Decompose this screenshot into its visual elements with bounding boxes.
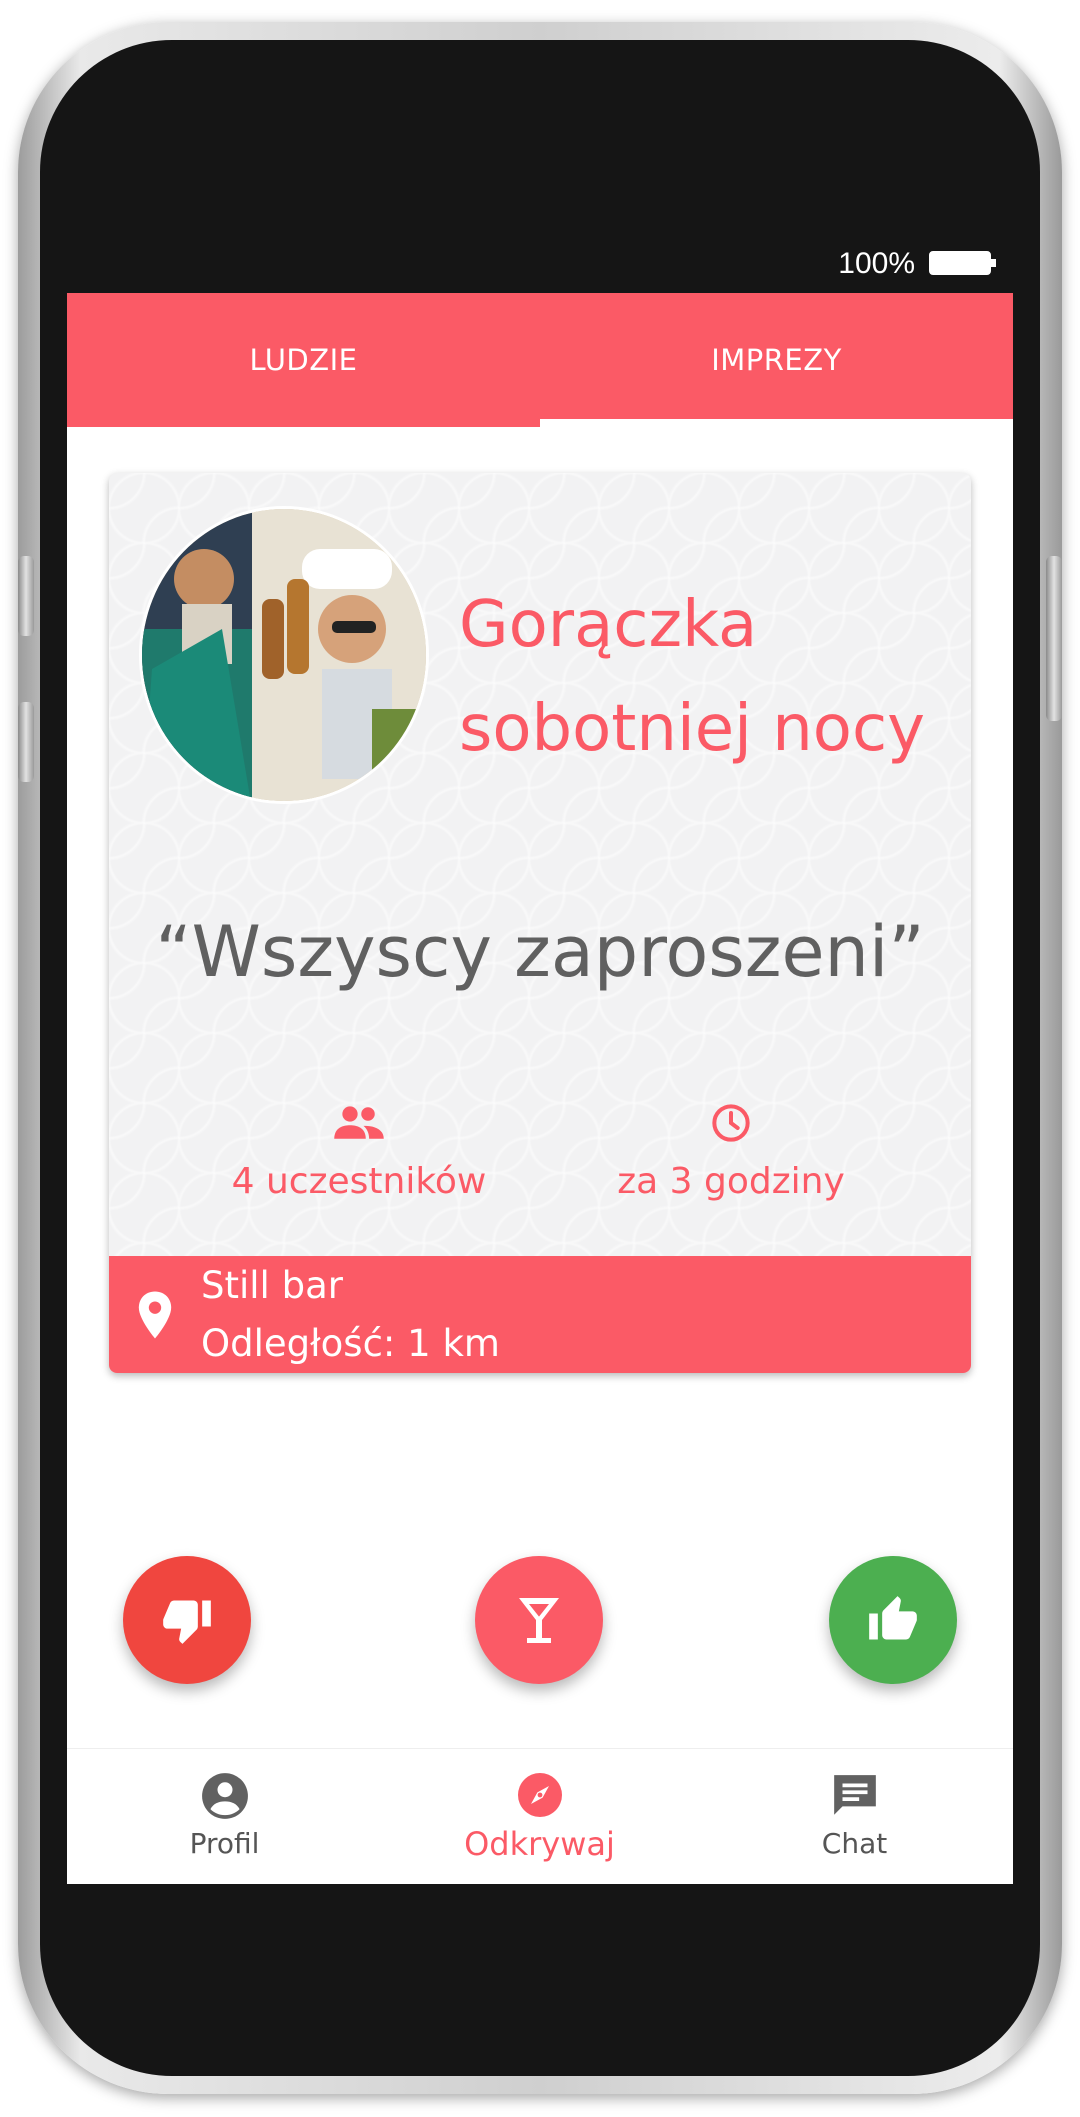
- drink-button[interactable]: [475, 1556, 603, 1684]
- event-title-line-2: sobotniej nocy: [459, 692, 925, 766]
- status-bar: 100%: [67, 233, 1013, 293]
- event-title-line-1: Gorączka: [459, 588, 758, 662]
- event-photo-image: [142, 509, 426, 801]
- thumb-down-icon: [163, 1600, 211, 1644]
- location-pin-icon: [138, 1291, 172, 1339]
- event-photo: [139, 506, 429, 804]
- tab-imprezy[interactable]: IMPREZY: [540, 293, 1013, 427]
- nav-label-profil: Profil: [189, 1827, 260, 1860]
- bottom-navigation: Profil Odkrywaj Chat: [67, 1748, 1013, 1884]
- event-description: “Wszyscy zaproszeni”: [155, 911, 925, 993]
- venue-distance: Odległość: 1 km: [201, 1322, 500, 1365]
- venue-name: Still bar: [201, 1264, 343, 1307]
- time-stat: za 3 godziny: [571, 1103, 891, 1202]
- compass-icon: [517, 1773, 562, 1817]
- clock-icon: [712, 1104, 750, 1142]
- group-icon: [334, 1106, 384, 1139]
- participants-count: 4 uczestników: [231, 1161, 487, 1202]
- nav-item-chat[interactable]: Chat: [697, 1749, 1012, 1884]
- volume-down-button: [18, 702, 34, 782]
- tab-ludzie[interactable]: LUDZIE: [67, 293, 540, 427]
- top-tab-bar: LUDZIE IMPREZY: [67, 293, 1013, 427]
- power-button: [1046, 556, 1062, 721]
- volume-up-button: [18, 556, 34, 636]
- account-circle-icon: [201, 1773, 248, 1819]
- cocktail-glass-icon: [519, 1598, 559, 1643]
- event-title: Gorączka sobotniej nocy: [459, 573, 959, 781]
- battery-icon: [929, 251, 996, 275]
- time-until-event: za 3 godziny: [617, 1161, 845, 1202]
- dislike-button[interactable]: [123, 1556, 251, 1684]
- like-button[interactable]: [829, 1556, 957, 1684]
- chat-bubble-icon: [833, 1775, 876, 1815]
- nav-label-chat: Chat: [821, 1827, 888, 1860]
- nav-item-odkrywaj[interactable]: Odkrywaj: [382, 1749, 697, 1884]
- nav-label-odkrywaj: Odkrywaj: [464, 1825, 615, 1863]
- location-bar[interactable]: Still bar Odległość: 1 km: [109, 1256, 971, 1373]
- active-tab-indicator: [540, 419, 1013, 427]
- event-card[interactable]: Gorączka sobotniej nocy “Wszyscy zaprosz…: [109, 473, 971, 1373]
- participants-stat: 4 uczestników: [199, 1103, 519, 1202]
- thumb-up-icon: [869, 1596, 917, 1640]
- nav-item-profil[interactable]: Profil: [67, 1749, 382, 1884]
- battery-percentage: 100%: [838, 247, 915, 280]
